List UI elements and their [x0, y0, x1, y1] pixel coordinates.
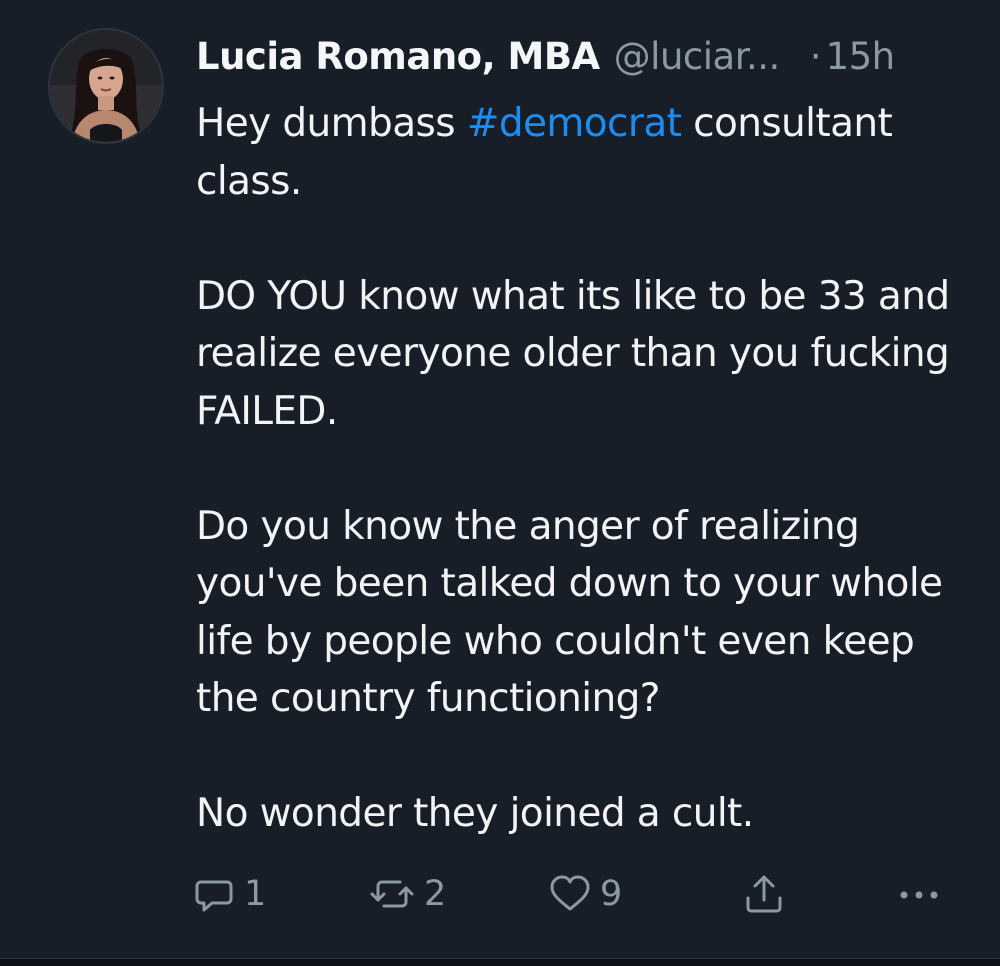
avatar-photo: [50, 30, 162, 142]
post-timestamp[interactable]: 15h: [826, 32, 896, 82]
hashtag-link[interactable]: #democrat: [467, 101, 682, 146]
post-body: Hey dumbass #democrat consultant class. …: [196, 95, 986, 843]
more-icon: [900, 891, 938, 899]
like-button[interactable]: 9: [548, 866, 622, 922]
avatar[interactable]: [50, 30, 162, 142]
post-paragraph-2: DO YOU know what its like to be 33 and r…: [196, 273, 950, 434]
reply-icon: [195, 880, 233, 912]
share-button[interactable]: [742, 866, 786, 922]
reply-count: 1: [244, 874, 267, 914]
repost-icon: [370, 880, 414, 908]
paragraph-1-text-start: Hey dumbass: [196, 101, 467, 146]
author-handle[interactable]: @luciar...: [614, 32, 781, 82]
more-options-button[interactable]: [894, 866, 944, 922]
share-icon: [746, 875, 782, 913]
heart-icon: [550, 875, 590, 911]
post-paragraph-4: No wonder they joined a cult.: [196, 791, 754, 836]
post-paragraph-1: Hey dumbass #democrat consultant class.: [196, 95, 986, 210]
meta-separator: ·: [809, 35, 822, 78]
repost-count: 2: [424, 874, 447, 914]
post-actions: 1 2 9: [0, 866, 1000, 922]
author-display-name[interactable]: Lucia Romano, MBA: [196, 32, 600, 82]
repost-button[interactable]: 2: [368, 866, 446, 922]
post[interactable]: Lucia Romano, MBA @luciar... · 15h Hey d…: [0, 0, 1000, 960]
post-paragraph-3: Do you know the anger of realizing you'v…: [196, 503, 943, 722]
post-header: Lucia Romano, MBA @luciar... · 15h: [196, 32, 966, 82]
like-count: 9: [600, 874, 623, 914]
reply-button[interactable]: 1: [192, 866, 266, 922]
